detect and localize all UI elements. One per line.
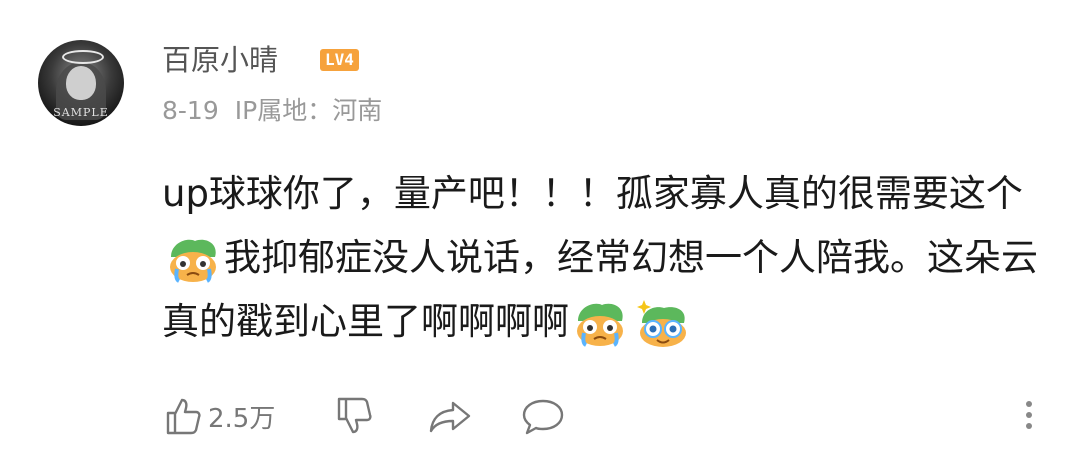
crying-emoji bbox=[165, 235, 221, 285]
ip-location: IP属地：河南 bbox=[234, 96, 383, 125]
comment-actions: 2.5万 bbox=[162, 392, 565, 440]
username[interactable]: 百原小晴 bbox=[162, 40, 278, 80]
reply-icon bbox=[521, 395, 565, 437]
dislike-button[interactable] bbox=[333, 395, 375, 437]
more-dot bbox=[1026, 412, 1032, 418]
share-icon bbox=[427, 395, 473, 437]
more-dot bbox=[1026, 401, 1032, 407]
comment-text-part-1: up球球你了，量产吧！！！孤家寡人真的很需要这个 bbox=[162, 172, 1023, 215]
level-badge: LV4 bbox=[320, 49, 359, 71]
crying-emoji bbox=[572, 299, 628, 349]
avatar-caption: SAMPLE bbox=[53, 106, 109, 119]
comment-text: up球球你了，量产吧！！！孤家寡人真的很需要这个 我抑郁症没人说话，经常幻想一个… bbox=[162, 162, 1062, 354]
share-button[interactable] bbox=[427, 395, 473, 437]
more-dot bbox=[1026, 423, 1032, 429]
avatar-halo bbox=[62, 50, 104, 64]
thumbs-up-icon bbox=[162, 395, 204, 437]
sparkle-eyes-emoji bbox=[634, 299, 690, 349]
avatar-face bbox=[66, 66, 96, 100]
like-button[interactable]: 2.5万 bbox=[162, 395, 275, 437]
comment-date: 8-19 bbox=[162, 96, 219, 125]
like-count: 2.5万 bbox=[208, 403, 276, 434]
thumbs-down-icon bbox=[333, 395, 375, 437]
reply-button[interactable] bbox=[521, 395, 565, 437]
user-avatar[interactable]: SAMPLE bbox=[38, 40, 124, 126]
comment-meta: 8-19 IP属地：河南 bbox=[162, 93, 398, 129]
more-icon[interactable] bbox=[1021, 396, 1037, 436]
